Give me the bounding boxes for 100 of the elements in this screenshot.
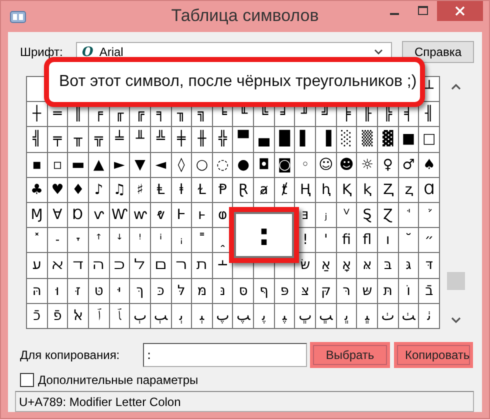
symbol-cell[interactable]: Ⱪ [336, 178, 356, 202]
symbol-cell[interactable]: Ɱ [27, 203, 47, 228]
symbol-cell[interactable]: כּ [150, 278, 171, 303]
dropdown-caret-icon[interactable] [374, 49, 383, 55]
symbol-cell[interactable]: ﬂ [357, 228, 378, 252]
symbol-cell[interactable]: אּ [357, 253, 378, 278]
symbol-cell[interactable]: ╥ [68, 127, 88, 152]
symbol-cell[interactable]: ﭘ [254, 304, 274, 328]
symbol-cell[interactable]: ╢ [419, 102, 439, 126]
symbol-cell[interactable]: ﭕ [192, 304, 212, 328]
symbol-cell[interactable]: ■ [398, 127, 418, 152]
symbol-cell[interactable]: ﭐ [88, 304, 109, 328]
symbol-cell[interactable]: רּ [336, 278, 356, 303]
symbol-cell[interactable]: ⱶ [192, 203, 212, 228]
symbol-cell[interactable]: ꜟ [172, 228, 192, 252]
symbol-cell[interactable]: ﬡ [48, 253, 68, 278]
symbol-cell[interactable]: ☼ [357, 152, 378, 177]
symbol-cell[interactable]: ﬠ [27, 253, 47, 278]
symbol-cell[interactable]: ﭜ [336, 304, 356, 328]
symbol-cell[interactable]: קּ [316, 278, 336, 303]
maximize-icon[interactable] [418, 6, 428, 16]
symbol-cell[interactable]: נּ [212, 278, 232, 303]
symbol-cell[interactable]: Ȿ [357, 203, 378, 228]
symbol-cell[interactable]: ▲ [88, 152, 109, 177]
symbol-cell[interactable]: Ɽ [233, 178, 254, 202]
symbol-cell[interactable]: ﬁ [336, 228, 356, 252]
symbol-cell[interactable]: ﬢ [68, 253, 88, 278]
symbol-cell[interactable]: ⱱ [88, 203, 109, 228]
symbol-cell[interactable]: ﬤ [110, 253, 130, 278]
close-icon[interactable] [455, 6, 465, 16]
symbol-cell[interactable]: ▀ [233, 127, 254, 152]
symbol-cell[interactable]: ▐ [316, 127, 336, 152]
symbol-cell[interactable]: יּ [110, 278, 130, 303]
symbol-cell[interactable]: ⱼ [316, 203, 336, 228]
symbol-cell[interactable]: ◦ [295, 152, 316, 177]
symbol-cell[interactable]: ﬧ [172, 253, 192, 278]
symbol-cell[interactable]: אָ [336, 253, 356, 278]
symbol-cell[interactable]: ﬨ [192, 253, 212, 278]
symbol-cell[interactable]: ▪ [27, 152, 47, 177]
symbol-cell[interactable]: ﬥ [130, 253, 150, 278]
symbol-cell[interactable]: טּ [88, 278, 109, 303]
symbol-cell[interactable]: ﭗ [233, 304, 254, 328]
symbol-cell[interactable]: ▄ [254, 127, 274, 152]
symbol-cell[interactable]: ▬ [68, 152, 88, 177]
symbol-cell[interactable]: ꜞ [150, 228, 171, 252]
symbol-cell[interactable]: ꜝ [130, 228, 150, 252]
symbol-cell[interactable]: שּׂ [295, 253, 316, 278]
symbol-cell[interactable]: ﭞ [378, 304, 398, 328]
symbol-cell[interactable]: ﭑ [110, 304, 130, 328]
symbol-cell[interactable]: ⱨ [316, 178, 336, 202]
symbol-cell[interactable]: ╪ [172, 127, 192, 152]
symbol-cell[interactable]: Ⱨ [295, 178, 316, 202]
symbol-cell[interactable]: ﭠ [419, 304, 439, 328]
symbol-cell[interactable]: ⱽ [336, 203, 356, 228]
symbol-cell[interactable]: ﬦ [150, 253, 171, 278]
symbol-cell[interactable]: ◄ [150, 152, 171, 177]
symbol-cell[interactable]: ◌ [212, 152, 232, 177]
symbol-cell[interactable]: ╧ [110, 127, 130, 152]
symbol-cell[interactable]: Ⱡ [150, 178, 171, 202]
symbol-cell[interactable]: ╦ [88, 127, 109, 152]
symbol-cell[interactable]: מּ [192, 278, 212, 303]
symbol-cell[interactable]: ˟ [27, 228, 47, 252]
symbol-cell[interactable]: Ᵽ [212, 178, 232, 202]
symbol-cell[interactable]: Ⱬ [378, 178, 398, 202]
symbol-cell[interactable]: Ɐ [48, 203, 68, 228]
symbol-cell[interactable]: □ [419, 127, 439, 152]
symbol-cell[interactable]: ⱴ [150, 203, 171, 228]
symbol-cell[interactable]: כֿ [27, 304, 47, 328]
symbol-cell[interactable]: ﭚ [295, 304, 316, 328]
symbol-cell[interactable]: ⱬ [398, 178, 418, 202]
symbol-cell[interactable]: ☺ [316, 152, 336, 177]
symbol-cell[interactable]: בֿ [419, 278, 439, 303]
symbol-cell[interactable]: ˭ [192, 228, 212, 252]
symbol-cell[interactable]: ⱪ [357, 178, 378, 202]
symbol-cell[interactable]: ╬ [212, 127, 232, 152]
symbol-cell[interactable]: ⱦ [274, 178, 294, 202]
symbol-cell[interactable]: Ɫ [192, 178, 212, 202]
symbol-cell[interactable]: ⱳ [130, 203, 150, 228]
symbol-cell[interactable]: ﭔ [172, 304, 192, 328]
symbol-cell[interactable]: Ɀ [378, 203, 398, 228]
symbol-cell[interactable]: ▓ [378, 127, 398, 152]
symbol-cell[interactable]: ◙ [274, 152, 294, 177]
symbol-cell[interactable]: ● [233, 152, 254, 177]
symbol-cell[interactable]: ♣ [27, 178, 47, 202]
symbol-cell[interactable]: תּ [378, 278, 398, 303]
scroll-up-icon[interactable] [451, 84, 461, 90]
symbol-cell[interactable]: Ⱳ [110, 203, 130, 228]
action-button[interactable]: Выбрать [310, 342, 390, 368]
symbol-cell[interactable]: ﭒ [130, 304, 150, 328]
symbol-cell[interactable]: ╣ [27, 127, 47, 152]
symbol-cell[interactable]: ♠ [419, 152, 439, 177]
symbol-cell[interactable]: ꜛ [88, 228, 109, 252]
symbol-cell[interactable]: ˘ [398, 228, 418, 252]
symbol-cell[interactable]: ♦ [68, 178, 88, 202]
symbol-cell[interactable]: ˕ [68, 228, 88, 252]
symbol-cell[interactable]: פֿ [48, 304, 68, 328]
symbol-cell[interactable]: ♥ [48, 178, 68, 202]
symbol-cell[interactable]: ״ [419, 228, 439, 252]
symbol-cell[interactable]: ˗ [48, 228, 68, 252]
symbol-cell[interactable]: ךּ [130, 278, 150, 303]
